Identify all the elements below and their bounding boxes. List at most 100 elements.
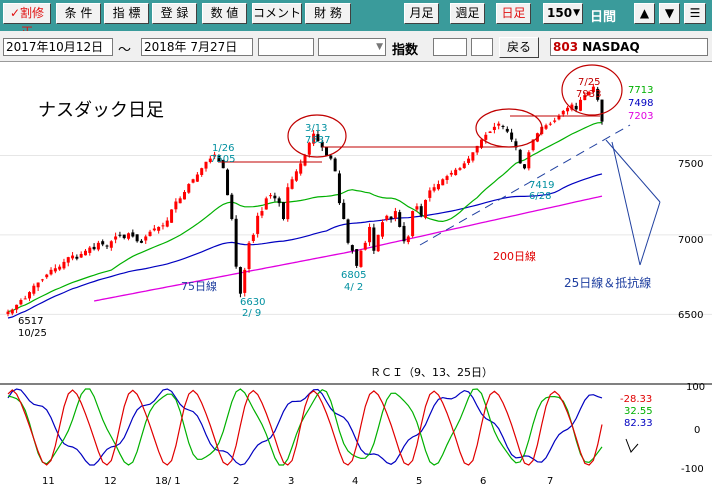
start-date-field[interactable]: 2017年10月12日 xyxy=(3,38,113,56)
candle-body xyxy=(122,234,126,239)
candle-body xyxy=(325,147,329,156)
candle-body xyxy=(424,199,428,218)
candle-body xyxy=(144,236,148,241)
resistance-note: 25日線＆抵抗線 xyxy=(564,275,651,290)
candle-body xyxy=(350,245,354,251)
candle-body xyxy=(393,211,397,219)
x-tick-label: 12 xyxy=(104,476,117,487)
financials-button[interactable]: 財 務 xyxy=(305,3,351,24)
candle-body xyxy=(454,169,458,176)
candle-body xyxy=(105,245,109,247)
rci9-value: -28.33 xyxy=(620,394,652,405)
candle-body xyxy=(75,256,79,259)
candle-body xyxy=(518,149,522,164)
candle-body xyxy=(45,274,49,278)
candle-body xyxy=(484,134,488,140)
candle-body xyxy=(243,269,247,293)
candle-body xyxy=(195,174,199,182)
monthly-button[interactable]: 月足 xyxy=(404,3,439,24)
candle-body xyxy=(157,226,161,231)
ma200-label: 200日線 xyxy=(493,249,536,263)
symbol-field[interactable]: 803 NASDAQ xyxy=(550,38,708,56)
candle-body xyxy=(101,241,105,245)
candle-body xyxy=(380,222,384,237)
candle-body xyxy=(445,176,449,180)
candle-body xyxy=(161,225,165,227)
candle-body xyxy=(152,228,156,231)
candle-body xyxy=(178,198,182,204)
blank-field-3[interactable] xyxy=(471,38,493,56)
candle-body xyxy=(260,211,264,216)
candle-body xyxy=(303,155,307,166)
rci-tick-label: -100 xyxy=(681,464,704,475)
candle-body xyxy=(251,234,255,241)
point-label: 4/ 2 xyxy=(344,282,363,293)
comment-button[interactable]: コメント xyxy=(252,3,302,24)
candle-body xyxy=(432,187,436,191)
x-tick-label: 6 xyxy=(480,476,486,487)
candle-body xyxy=(28,292,32,299)
candle-body xyxy=(23,298,27,300)
range-separator: ～ xyxy=(118,43,132,58)
blank-field-2[interactable] xyxy=(433,38,467,56)
end-date-field[interactable]: 2018年 7月27日 xyxy=(141,38,253,56)
menu-icon[interactable]: ☰ xyxy=(684,3,706,24)
daily-button[interactable]: 日足 xyxy=(496,3,531,24)
candle-body xyxy=(368,226,372,243)
candle-body xyxy=(92,246,96,250)
y-tick-label: 7500 xyxy=(678,159,703,170)
candle-body xyxy=(355,249,359,266)
x-tick-label: 3 xyxy=(288,476,294,487)
candle-body xyxy=(449,172,453,175)
candle-body xyxy=(527,152,531,169)
candle-body xyxy=(290,179,294,189)
back-button[interactable]: 戻る xyxy=(499,37,539,58)
candle-body xyxy=(19,300,23,305)
rci13-value: 32.55 xyxy=(624,406,653,417)
candle-body xyxy=(406,236,410,243)
candle-body xyxy=(497,123,501,126)
values-button[interactable]: 数 値 xyxy=(202,3,247,24)
x-tick-label: 5 xyxy=(416,476,422,487)
candle-body xyxy=(411,211,415,237)
candle-body xyxy=(174,201,178,210)
candle-body xyxy=(294,171,298,181)
candle-body xyxy=(170,209,174,223)
candle-body xyxy=(127,233,131,239)
candle-body xyxy=(182,191,186,200)
candle-body xyxy=(376,234,380,252)
candle-body xyxy=(96,242,100,250)
candle-body xyxy=(238,267,242,294)
candle-body xyxy=(337,173,341,204)
candle-body xyxy=(58,266,62,270)
arrow-up-icon[interactable]: ▲ xyxy=(634,3,655,24)
candle-body xyxy=(148,231,152,237)
rci-title: ＲＣＩ（9、13、25日） xyxy=(370,366,493,379)
count-select[interactable]: 150 ▼ xyxy=(543,3,583,24)
point-label: 7/25 xyxy=(578,77,600,88)
x-tick-label: 4 xyxy=(352,476,358,487)
arrow-down-icon[interactable]: ▼ xyxy=(659,3,680,24)
candle-body xyxy=(574,105,578,110)
candle-body xyxy=(578,99,582,111)
candle-body xyxy=(428,190,432,198)
candle-body xyxy=(561,110,565,115)
weekly-button[interactable]: 週足 xyxy=(450,3,485,24)
candle-body xyxy=(333,158,337,172)
candle-body xyxy=(135,234,139,242)
candle-body xyxy=(359,250,363,267)
candle-body xyxy=(419,206,423,216)
ma25-value: 7713 xyxy=(628,85,653,96)
dropdown-arrow-icon: ▼ xyxy=(376,42,383,52)
register-button[interactable]: 登 録 xyxy=(152,3,197,24)
conditions-button[interactable]: 条 件 xyxy=(56,3,101,24)
candle-body xyxy=(277,198,281,204)
candle-body xyxy=(66,257,70,263)
toolbar: ✓割修正 条 件 指 標 登 録 数 値 コメント 財 務 月足 週足 日足 1… xyxy=(0,0,712,39)
split-correction-button[interactable]: ✓割修正 xyxy=(3,3,51,39)
chart-title: ナスダック日足 xyxy=(38,100,164,121)
index-select[interactable]: ▼ xyxy=(318,38,386,56)
candle-body xyxy=(273,195,277,199)
indicators-button[interactable]: 指 標 xyxy=(104,3,149,24)
blank-field-1[interactable] xyxy=(258,38,314,56)
